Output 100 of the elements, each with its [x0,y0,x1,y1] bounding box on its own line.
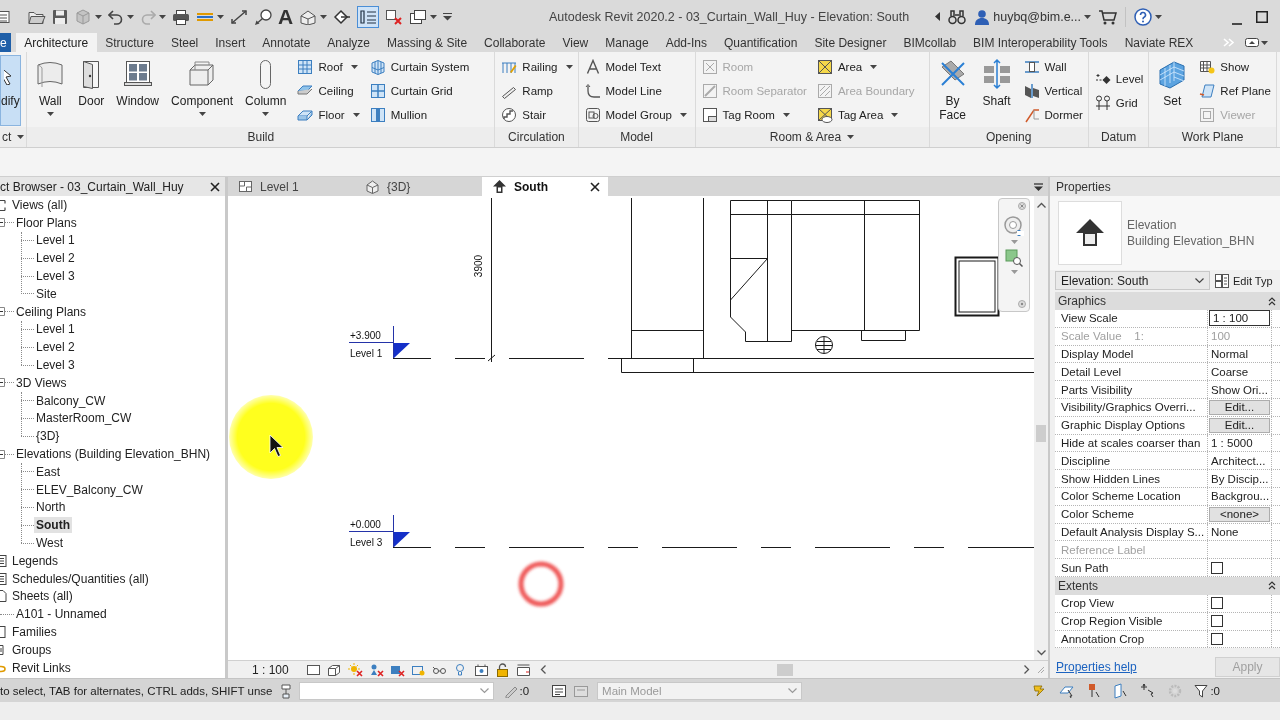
horizontal-scrollbar[interactable] [540,661,1030,678]
property-button[interactable]: Edit... [1209,417,1270,433]
document-tab[interactable]: South [482,177,608,196]
ribbon-tab[interactable]: Add-Ins [657,33,716,52]
collapse-toggle-icon[interactable] [0,449,5,459]
scroll-up-icon[interactable] [1036,202,1046,208]
detail-level-icon[interactable] [306,662,321,677]
tree-item[interactable]: 3D Views [14,374,69,391]
dormer-button[interactable]: Dormer [1020,103,1086,127]
tree-item[interactable]: Legends [10,552,61,569]
ribbon-tab[interactable]: Architecture [15,33,97,52]
tree-item[interactable]: Level 3 [34,357,77,374]
thin-lines-button[interactable] [357,5,380,28]
checkbox[interactable] [1211,597,1223,610]
ref-plane-button[interactable]: Ref Plane [1196,79,1274,103]
cube-icon[interactable] [327,662,342,677]
collapse-arrow-icon[interactable] [935,12,941,21]
model-group-button[interactable]: Model Group [581,103,690,127]
collapse-icon[interactable] [1268,296,1276,306]
lock-icon[interactable] [495,662,510,677]
tree-item[interactable]: Groups [10,641,54,658]
tag-area-button[interactable]: Tag Area [813,103,918,127]
ribbon-tab[interactable]: Steel [162,33,207,52]
curtain-grid-button[interactable]: Curtain Grid [366,79,473,103]
collapse-icon[interactable] [1268,581,1276,591]
floor-button[interactable]: Floor [294,103,363,127]
wall-button[interactable]: Wall [30,55,71,126]
options-icon[interactable] [1018,300,1026,308]
tree-item[interactable]: Level 1 [34,232,77,249]
close-button[interactable] [210,181,220,192]
ribbon-tab[interactable]: View [553,33,597,52]
tree-item[interactable]: A101 - Unnamed [14,606,109,623]
person-off-icon[interactable] [369,662,384,677]
ribbon-tab[interactable]: Naviate REX [1116,33,1202,52]
door-button[interactable]: Door [74,55,109,126]
tree-item[interactable]: MasterRoom_CW [34,410,134,427]
tree-item[interactable]: Level 1 [34,321,77,338]
tree-item[interactable]: Site [34,285,59,302]
design-options-icon[interactable] [551,683,568,698]
ribbon-tab[interactable]: Manage [596,33,658,52]
tree-item[interactable]: Sheets (all) [10,588,75,605]
checkbox[interactable] [1211,615,1223,628]
tree-item[interactable]: South [34,517,72,534]
tree-item[interactable]: Schedules/Quantities (all) [10,570,151,587]
calendar-icon[interactable] [474,662,489,677]
worksets-icon[interactable] [278,682,293,699]
roof-button[interactable]: Roof [294,55,363,79]
tree-item[interactable]: Revit Links [10,659,73,676]
tree-item[interactable]: Level 3 [34,268,77,285]
area-button[interactable]: Area [813,55,918,79]
scroll-left-icon[interactable] [540,665,546,674]
view-scale-button[interactable]: 1 : 100 [252,662,306,677]
document-tab[interactable]: Level 1 [228,177,354,196]
window-button[interactable]: Window [112,55,164,126]
scrollbar-thumb[interactable] [776,663,793,676]
collapse-toggle-icon[interactable] [0,378,5,388]
tree-item[interactable]: West [34,535,66,552]
ribbon-tab[interactable]: BIMcollab [894,33,965,52]
tree-item[interactable]: Level 2 [34,250,77,267]
show-plane-button[interactable]: Show [1196,55,1274,79]
ramp-button[interactable]: Ramp [498,79,576,103]
scroll-right-icon[interactable] [1024,665,1030,674]
checkbox[interactable] [1211,561,1223,574]
ribbon-tab[interactable]: Structure [96,33,163,52]
sun-off-icon[interactable] [348,662,363,677]
opening-by-face-button[interactable]: By Face [932,55,973,126]
text-tool-button[interactable]: A [278,4,294,29]
edit-type-button[interactable]: Edit Typ [1214,272,1273,289]
collapse-toggle-icon[interactable] [0,218,5,228]
ribbon-tab[interactable]: Site Designer [805,33,895,52]
checkbox[interactable] [1211,632,1223,645]
property-input[interactable]: 1 : 100 [1209,310,1270,327]
window-frame-icon[interactable] [516,662,531,677]
stair-button[interactable]: Stair [498,103,576,127]
vertical-scrollbar[interactable] [1034,196,1048,660]
work-plane-button[interactable]: Set [1152,55,1193,126]
close-icon[interactable] [590,181,600,192]
tree-item[interactable]: {3D} [34,428,62,445]
scrollbar-thumb[interactable] [1036,425,1046,443]
ribbon-tab[interactable]: BIM Interoperability Tools [964,33,1117,52]
level-button[interactable]: Level [1091,67,1147,91]
ribbon-tab[interactable]: Collaborate [475,33,554,52]
ribbon-tab[interactable]: Insert [206,33,254,52]
tree-item[interactable]: Views (all) [10,196,70,213]
tag-room-button[interactable]: Tag Room [698,103,810,127]
tab-list-icon[interactable] [1034,182,1043,191]
ribbon-tab[interactable]: Massing & Site [378,33,476,52]
curtain-system-button[interactable]: Curtain System [366,55,473,79]
shaft-button[interactable]: Shaft [976,55,1017,126]
mullion-button[interactable]: Mullion [366,103,473,127]
ribbon-tab[interactable]: Analyze [318,33,379,52]
tree-item[interactable]: North [34,499,68,516]
file-tab[interactable]: e [0,33,11,52]
ribbon-tab[interactable]: Annotate [253,33,319,52]
tree-item[interactable]: Balcony_CW [34,392,108,409]
tree-item[interactable]: East [34,463,62,480]
railing-button[interactable]: Railing [498,55,576,79]
grid-button[interactable]: Grid [1091,91,1147,115]
blocks-button[interactable]: Component [167,55,238,126]
scroll-down-icon[interactable] [1036,650,1046,656]
